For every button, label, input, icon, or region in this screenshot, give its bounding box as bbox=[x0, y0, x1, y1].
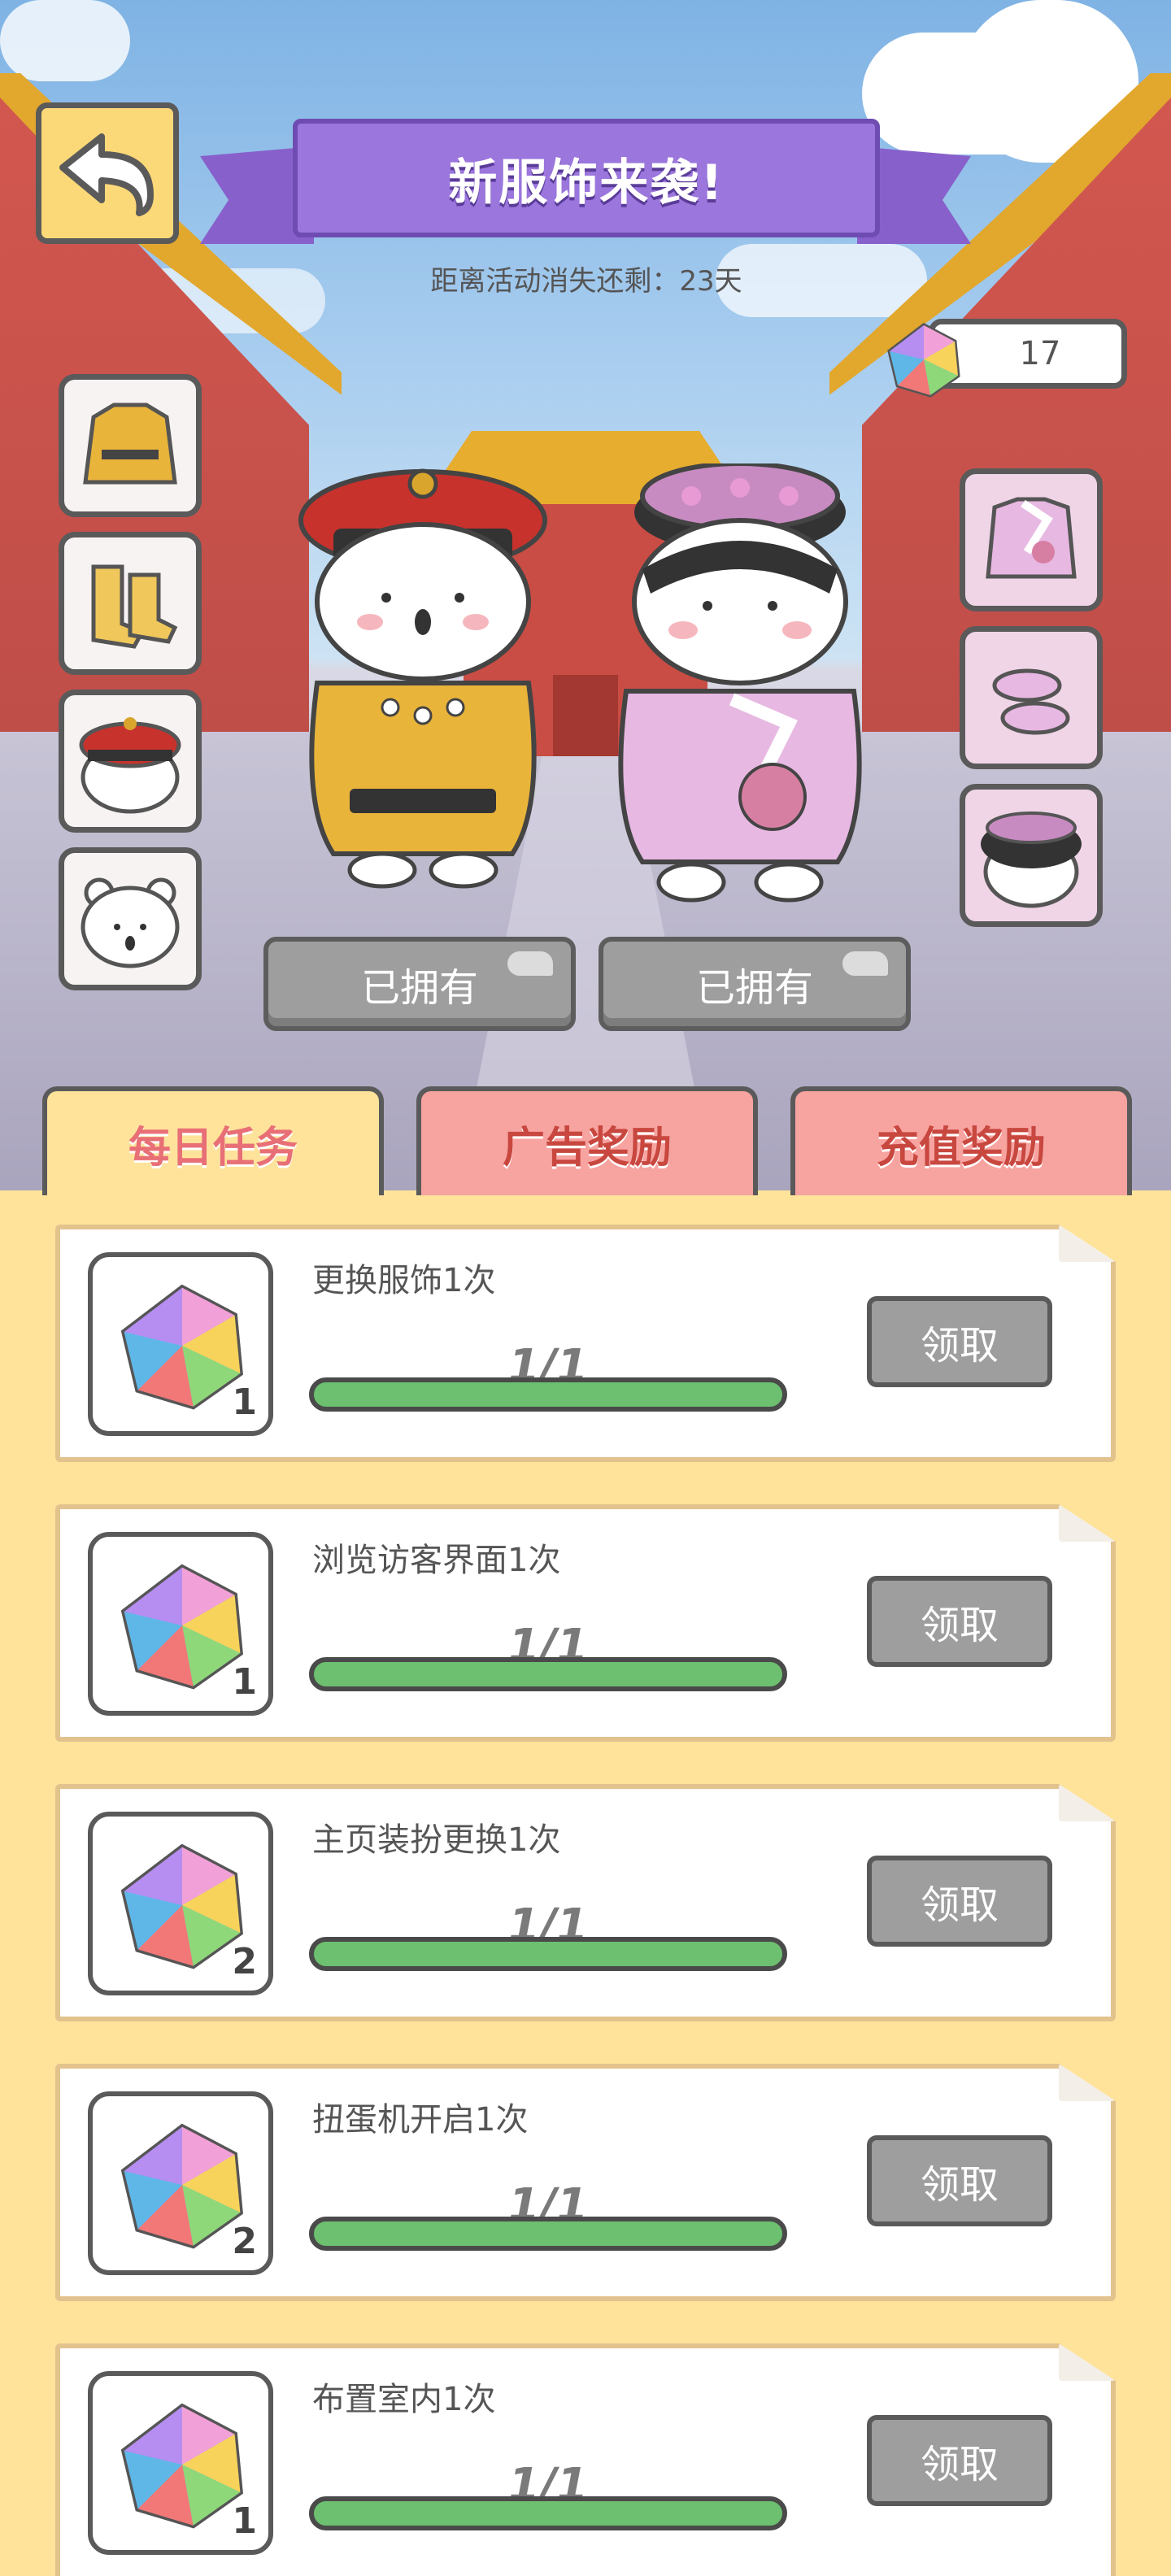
reward-box: 1 bbox=[88, 1532, 273, 1716]
consort-shoes-icon bbox=[992, 668, 1070, 735]
task-card-2: 1 浏览访客界面1次 1/1 领取 bbox=[55, 1504, 1116, 1742]
owned-button-consort[interactable]: 已拥有 bbox=[599, 937, 911, 1031]
slot-emperor-boots[interactable] bbox=[59, 532, 202, 675]
claim-button[interactable]: 领取 bbox=[867, 2415, 1052, 2506]
cloud bbox=[0, 0, 130, 81]
tab-recharge-rewards[interactable]: 充值奖励 bbox=[790, 1086, 1132, 1195]
reward-quantity: 1 bbox=[232, 1382, 257, 1423]
slot-consort-headdress[interactable] bbox=[960, 784, 1103, 927]
task-card-1: 1 更换服饰1次 1/1 领取 bbox=[55, 1225, 1116, 1462]
tab-ad-rewards[interactable]: 广告奖励 bbox=[416, 1086, 758, 1195]
progress-bar bbox=[309, 1657, 787, 1691]
slot-emperor-hat[interactable] bbox=[59, 690, 202, 833]
progress-bar bbox=[309, 2217, 787, 2251]
claim-button[interactable]: 领取 bbox=[867, 1296, 1052, 1387]
consort-character bbox=[618, 463, 862, 903]
owned-label: 已拥有 bbox=[695, 965, 813, 1011]
owned-label: 已拥有 bbox=[360, 965, 478, 1011]
claim-button[interactable]: 领取 bbox=[867, 2135, 1052, 2226]
claim-button[interactable]: 领取 bbox=[867, 1576, 1052, 1667]
slot-bear-face[interactable] bbox=[59, 847, 202, 990]
emperor-boots-icon bbox=[91, 564, 178, 649]
slot-consort-shoes[interactable] bbox=[960, 626, 1103, 769]
gem-counter: 17 bbox=[880, 319, 1127, 398]
reward-box: 2 bbox=[88, 1812, 273, 1995]
reward-quantity: 1 bbox=[232, 1661, 257, 1703]
reward-box: 2 bbox=[88, 2091, 273, 2275]
task-name: 布置室内1次 bbox=[312, 2381, 496, 2418]
emperor-hat-icon bbox=[79, 717, 181, 814]
consort-headdress-icon bbox=[981, 812, 1082, 908]
reward-box: 1 bbox=[88, 2371, 273, 2555]
progress-bar bbox=[309, 1937, 787, 1971]
event-title: 新服饰来袭! bbox=[448, 154, 725, 211]
claim-button[interactable]: 领取 bbox=[867, 1856, 1052, 1947]
slot-consort-robe[interactable] bbox=[960, 468, 1103, 611]
tab-daily-tasks[interactable]: 每日任务 bbox=[42, 1086, 384, 1195]
progress-bar bbox=[309, 2496, 787, 2530]
progress-bar bbox=[309, 1377, 787, 1412]
reward-box: 1 bbox=[88, 1252, 273, 1436]
back-button[interactable] bbox=[36, 102, 179, 244]
task-card-5: 1 布置室内1次 1/1 领取 bbox=[55, 2343, 1116, 2576]
reward-quantity: 2 bbox=[232, 2221, 257, 2262]
task-card-3: 2 主页装扮更换1次 1/1 领取 bbox=[55, 1784, 1116, 2021]
reward-quantity: 1 bbox=[232, 2500, 257, 2542]
slot-emperor-robe[interactable] bbox=[59, 374, 202, 517]
event-countdown: 距离活动消失还剩：23天 bbox=[430, 265, 742, 298]
task-name: 浏览访客界面1次 bbox=[312, 1542, 561, 1579]
task-name: 扭蛋机开启1次 bbox=[312, 2101, 529, 2139]
reward-quantity: 2 bbox=[232, 1941, 257, 1982]
consort-robe-icon bbox=[986, 497, 1077, 579]
back-arrow-icon bbox=[59, 133, 154, 216]
owned-button-emperor[interactable]: 已拥有 bbox=[263, 937, 576, 1031]
emperor-robe-icon bbox=[83, 402, 177, 485]
event-title-banner: 新服饰来袭! bbox=[293, 119, 880, 237]
task-name: 主页装扮更换1次 bbox=[312, 1821, 561, 1859]
task-name: 更换服饰1次 bbox=[312, 1262, 496, 1299]
task-card-4: 2 扭蛋机开启1次 1/1 领取 bbox=[55, 2064, 1116, 2301]
bear-face-icon bbox=[81, 877, 180, 968]
rainbow-gem-icon bbox=[887, 323, 960, 398]
emperor-character bbox=[298, 468, 547, 889]
